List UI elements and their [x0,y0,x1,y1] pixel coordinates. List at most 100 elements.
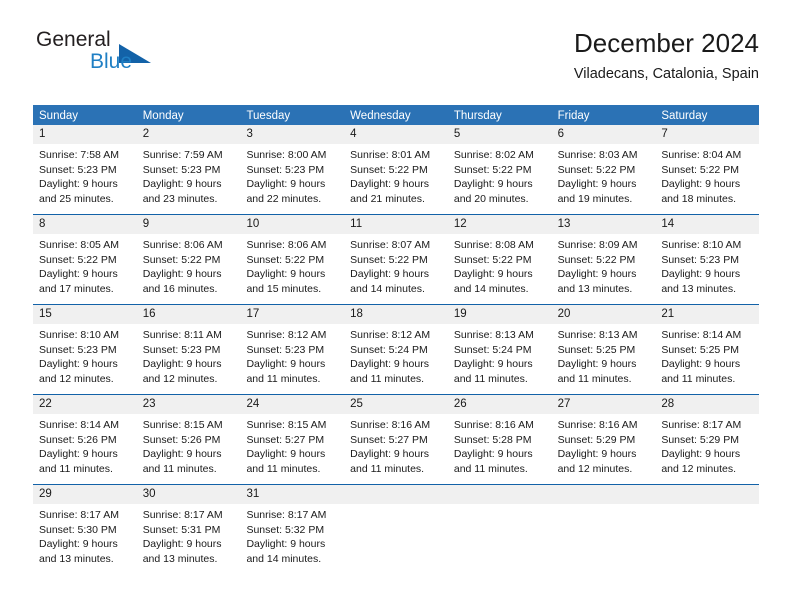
daylight-text: Daylight: 9 hours and 15 minutes. [246,268,326,295]
calendar-day-cell[interactable]: 8 Sunrise: 8:05 AM Sunset: 5:22 PM Daylight… [33,215,137,304]
calendar-day-cell[interactable]: 15 Sunrise: 8:10 AM Sunset: 5:23 PM Dayligh… [33,305,137,394]
calendar-grid: Sunday Monday Tuesday Wednesday Thursday Frid… [33,105,760,574]
day-details: Sunrise: 8:10 AM Sunset: 5:23 PM Daylight:… [33,324,137,386]
calendar-day-cell[interactable]: 3 Sunrise: 8:00 AM Sunset: 5:23 PM Daylight… [240,125,345,214]
calendar-day-cell[interactable]: 30 Sunrise: 8:17 AM Sunset: 5:31 PM Dayligh… [136,485,241,574]
calendar-day-cell[interactable]: 16 Sunrise: 8:11 AM Sunset: 5:23 PM Dayligh… [136,305,241,394]
sunset-text: Sunset: 5:28 PM [453,433,532,446]
day-number: 19 [447,305,552,324]
daylight-text: Daylight: 9 hours and 13 minutes. [142,538,222,565]
calendar-day-cell[interactable]: 14 Sunrise: 8:10 AM Sunset: 5:23 PM Dayligh… [655,215,760,304]
calendar-day-cell[interactable]: 18 Sunrise: 8:12 AM Sunset: 5:24 PM Dayligh… [344,305,448,394]
daylight-text: Daylight: 9 hours and 12 minutes. [557,448,637,475]
calendar-day-cell[interactable]: 24 Sunrise: 8:15 AM Sunset: 5:27 PM Dayligh… [240,395,345,484]
day-details: Sunrise: 8:04 AM Sunset: 5:22 PM Daylight:… [655,144,759,206]
day-number: 15 [33,305,137,324]
sunrise-text: Sunrise: 8:17 AM [661,419,742,431]
calendar-day-cell[interactable]: 22 Sunrise: 8:14 AM Sunset: 5:26 PM Dayligh… [33,395,137,484]
calendar-day-cell-empty [655,485,760,574]
day-number: 3 [240,125,345,144]
day-number: 25 [344,395,448,414]
day-of-week-header: Sunday [39,110,79,122]
daylight-text: Daylight: 9 hours and 14 minutes. [350,268,429,295]
calendar-day-cell[interactable]: 11 Sunrise: 8:07 AM Sunset: 5:22 PM Dayligh… [344,215,448,304]
calendar-day-cell[interactable]: 10 Sunrise: 8:06 AM Sunset: 5:22 PM Dayligh… [240,215,345,304]
sunset-text: Sunset: 5:31 PM [142,523,221,536]
daylight-text: Daylight: 9 hours and 11 minutes. [350,358,429,385]
calendar-day-cell[interactable]: 1 Sunrise: 7:58 AM Sunset: 5:23 PM Daylight… [33,125,137,214]
calendar-day-cell[interactable]: 26 Sunrise: 8:16 AM Sunset: 5:28 PM Dayligh… [447,395,552,484]
daylight-text: Daylight: 9 hours and 11 minutes. [453,358,533,385]
calendar-weeks: 1 Sunrise: 7:58 AM Sunset: 5:23 PM Daylight… [33,125,760,574]
daylight-text: Daylight: 9 hours and 13 minutes. [557,268,637,295]
brand-logo[interactable]: General Blue [33,28,233,88]
sunset-text: Sunset: 5:27 PM [246,433,325,446]
day-number: 26 [447,395,552,414]
day-details: Sunrise: 8:02 AM Sunset: 5:22 PM Daylight:… [448,144,552,206]
calendar-day-cell[interactable]: 7 Sunrise: 8:04 AM Sunset: 5:22 PM Daylight… [655,125,760,214]
sunset-text: Sunset: 5:30 PM [39,523,117,536]
page-subtitle: Viladecans, Catalonia, Spain [573,66,759,82]
daylight-text: Daylight: 9 hours and 20 minutes. [453,178,533,205]
sunset-text: Sunset: 5:29 PM [661,433,739,446]
sunrise-text: Sunrise: 8:17 AM [246,509,327,521]
calendar-day-cell[interactable]: 17 Sunrise: 8:12 AM Sunset: 5:23 PM Dayligh… [240,305,345,394]
sunset-text: Sunset: 5:29 PM [557,433,636,446]
daylight-text: Daylight: 9 hours and 11 minutes. [246,448,326,475]
calendar-day-cell[interactable]: 20 Sunrise: 8:13 AM Sunset: 5:25 PM Dayligh… [551,305,656,394]
day-number: 31 [240,485,345,504]
sunrise-text: Sunrise: 8:17 AM [142,509,223,521]
sunset-text: Sunset: 5:23 PM [246,163,325,176]
calendar-day-cell[interactable]: 29 Sunrise: 8:17 AM Sunset: 5:30 PM Dayligh… [33,485,137,574]
sunset-text: Sunset: 5:22 PM [350,163,428,176]
calendar-day-cell[interactable]: 23 Sunrise: 8:15 AM Sunset: 5:26 PM Dayligh… [136,395,241,484]
sunset-text: Sunset: 5:23 PM [661,253,739,266]
day-number: 27 [551,395,656,414]
calendar-week-row: 29 Sunrise: 8:17 AM Sunset: 5:30 PM Dayligh… [33,484,760,574]
sunset-text: Sunset: 5:22 PM [557,163,636,176]
day-details: Sunrise: 8:17 AM Sunset: 5:30 PM Daylight:… [33,504,137,566]
calendar-day-cell[interactable]: 19 Sunrise: 8:13 AM Sunset: 5:24 PM Dayligh… [447,305,552,394]
calendar-day-cell[interactable]: 12 Sunrise: 8:08 AM Sunset: 5:22 PM Dayligh… [447,215,552,304]
calendar-day-cell[interactable]: 28 Sunrise: 8:17 AM Sunset: 5:29 PM Dayligh… [655,395,760,484]
day-number: 30 [136,485,241,504]
sunrise-text: Sunrise: 8:06 AM [246,239,327,251]
day-of-week-header: Monday [142,110,184,122]
day-details: Sunrise: 8:09 AM Sunset: 5:22 PM Daylight:… [552,234,656,296]
daylight-text: Daylight: 9 hours and 11 minutes. [39,448,118,475]
calendar-day-cell[interactable]: 31 Sunrise: 8:17 AM Sunset: 5:32 PM Dayligh… [240,485,345,574]
calendar-day-cell[interactable]: 2 Sunrise: 7:59 AM Sunset: 5:23 PM Daylight… [136,125,241,214]
day-number: 22 [33,395,137,414]
sunrise-text: Sunrise: 7:59 AM [142,149,223,161]
calendar-day-cell-empty [344,485,448,574]
sunrise-text: Sunrise: 8:16 AM [350,419,431,431]
sunset-text: Sunset: 5:32 PM [246,523,325,536]
calendar-day-cell[interactable]: 9 Sunrise: 8:06 AM Sunset: 5:22 PM Daylight… [136,215,241,304]
calendar-day-cell-empty [551,485,656,574]
sunset-text: Sunset: 5:23 PM [39,343,117,356]
day-of-week-header-row: Sunday Monday Tuesday Wednesday Thursday Frid… [33,105,759,125]
calendar-day-cell[interactable]: 13 Sunrise: 8:09 AM Sunset: 5:22 PM Dayligh… [551,215,656,304]
calendar-day-cell[interactable]: 25 Sunrise: 8:16 AM Sunset: 5:27 PM Dayligh… [344,395,448,484]
calendar-day-cell[interactable]: 6 Sunrise: 8:03 AM Sunset: 5:22 PM Daylight… [551,125,656,214]
calendar-day-cell[interactable]: 21 Sunrise: 8:14 AM Sunset: 5:25 PM Dayligh… [655,305,760,394]
daylight-text: Daylight: 9 hours and 11 minutes. [557,358,637,385]
calendar-day-cell[interactable]: 4 Sunrise: 8:01 AM Sunset: 5:22 PM Daylight… [344,125,448,214]
day-details: Sunrise: 8:10 AM Sunset: 5:23 PM Daylight:… [655,234,759,296]
day-details: Sunrise: 8:05 AM Sunset: 5:22 PM Daylight:… [33,234,137,296]
daylight-text: Daylight: 9 hours and 21 minutes. [350,178,429,205]
daylight-text: Daylight: 9 hours and 11 minutes. [142,448,222,475]
sunset-text: Sunset: 5:22 PM [39,253,117,266]
day-details: Sunrise: 8:03 AM Sunset: 5:22 PM Daylight:… [552,144,656,206]
day-number: 12 [447,215,552,234]
daylight-text: Daylight: 9 hours and 19 minutes. [557,178,637,205]
sunset-text: Sunset: 5:25 PM [557,343,636,356]
daylight-text: Daylight: 9 hours and 17 minutes. [39,268,118,295]
sunrise-text: Sunrise: 8:17 AM [39,509,119,521]
day-number: 8 [33,215,137,234]
sunset-text: Sunset: 5:26 PM [39,433,117,446]
calendar-day-cell[interactable]: 27 Sunrise: 8:16 AM Sunset: 5:29 PM Dayligh… [551,395,656,484]
day-details: Sunrise: 8:01 AM Sunset: 5:22 PM Daylight:… [344,144,448,206]
day-number: 5 [447,125,552,144]
calendar-day-cell[interactable]: 5 Sunrise: 8:02 AM Sunset: 5:22 PM Daylight… [447,125,552,214]
